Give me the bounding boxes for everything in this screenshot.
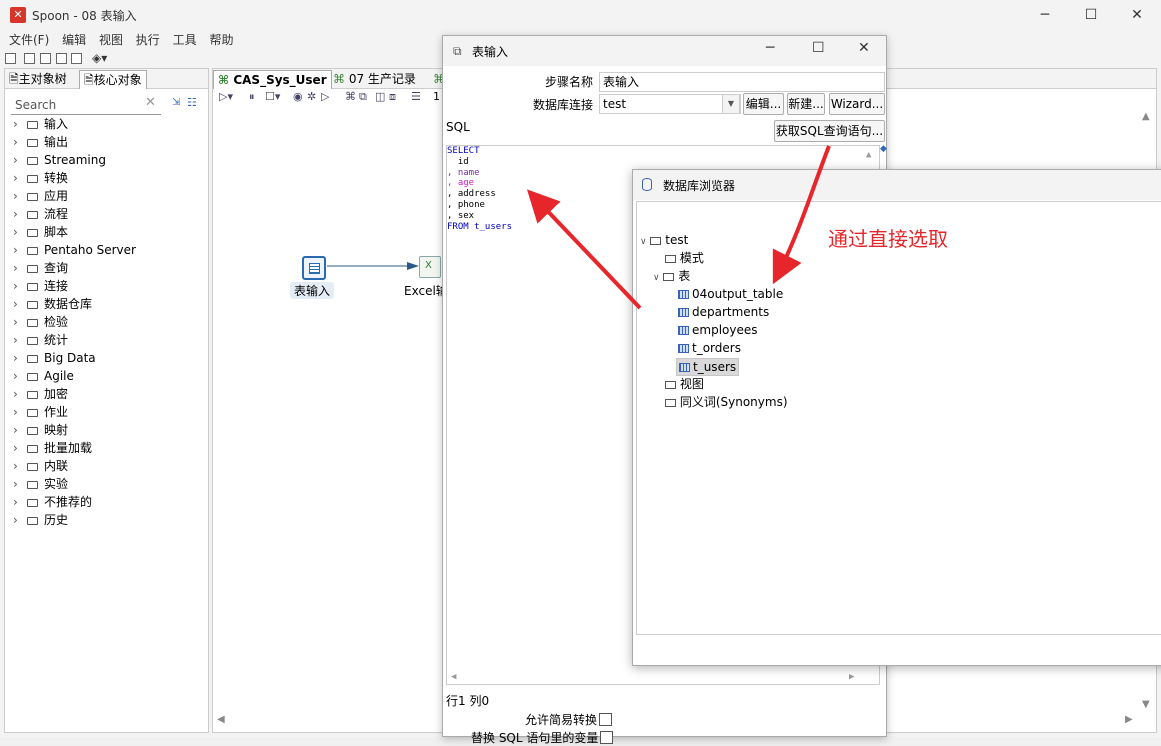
annotation-arrow-to-sql: [526, 189, 642, 310]
annotation-arrows: [526, 145, 831, 310]
annotation-arrow-to-table: [772, 145, 831, 285]
